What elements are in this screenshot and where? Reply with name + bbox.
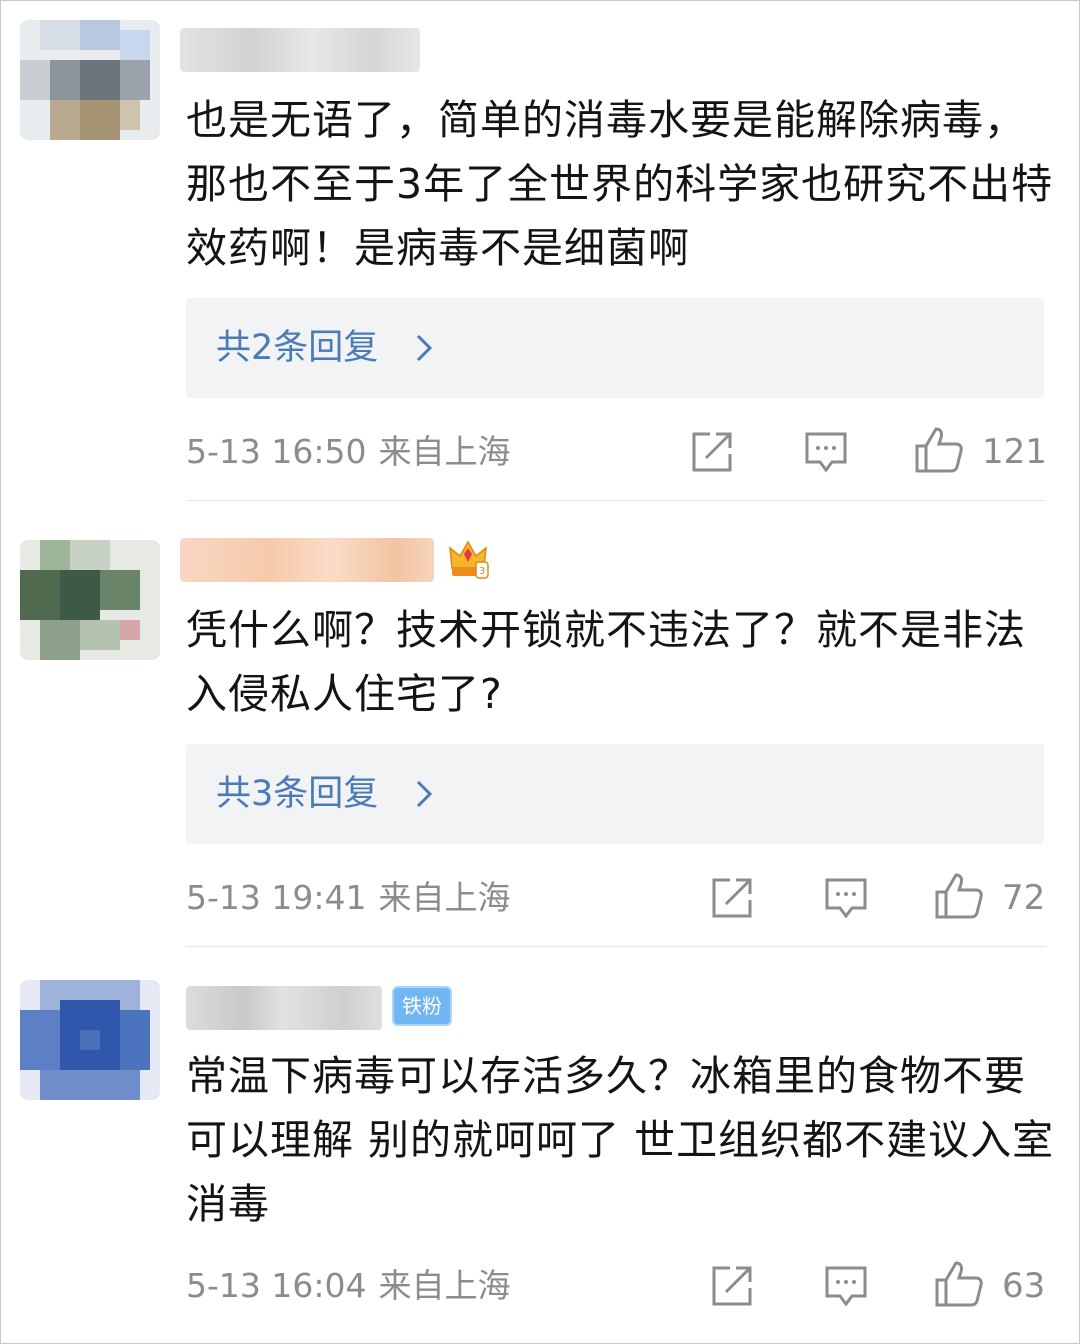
comment-meta: 5-13 19:41 来自上海: [186, 878, 511, 918]
like-icon[interactable]: [914, 426, 964, 478]
comment-time: 5-13 16:04: [186, 1266, 367, 1305]
comment-text: 凭什么啊？技术开锁就不违法了？就不是非法入侵私人住宅了?: [186, 606, 1026, 718]
avatar[interactable]: [20, 540, 160, 660]
comment-text: 也是无语了，简单的消毒水要是能解除病毒，那也不至于3年了全世界的科学家也研究不出…: [186, 96, 1054, 272]
like-count: 63: [1002, 1266, 1046, 1306]
share-icon[interactable]: [710, 876, 754, 924]
comment-icon[interactable]: [824, 1264, 868, 1312]
like-icon[interactable]: [934, 1260, 984, 1312]
reply-box[interactable]: 共3条回复: [186, 744, 1044, 844]
like-icon[interactable]: [934, 872, 984, 924]
chevron-right-icon: [414, 774, 436, 823]
comment-meta: 5-13 16:50 来自上海: [186, 432, 511, 472]
share-icon[interactable]: [690, 430, 734, 478]
username[interactable]: [186, 986, 382, 1030]
comment-icon[interactable]: [824, 876, 868, 924]
comment-location: 来自上海: [378, 1266, 511, 1305]
avatar[interactable]: [20, 20, 160, 140]
avatar[interactable]: [20, 980, 160, 1100]
crown-badge-icon: 3: [446, 538, 490, 582]
comment-text: 常温下病毒可以存活多久？冰箱里的食物不要可以理解 别的就呵呵了 世卫组织都不建议…: [186, 1052, 1055, 1228]
like-count: 121: [982, 432, 1047, 472]
reply-count-link[interactable]: 共3条回复: [216, 772, 378, 816]
comment-meta: 5-13 16:04 来自上海: [186, 1266, 511, 1306]
divider: [186, 946, 1046, 947]
share-icon[interactable]: [710, 1264, 754, 1312]
fan-badge: 铁粉: [392, 986, 452, 1026]
comment-location: 来自上海: [378, 878, 511, 917]
divider: [186, 500, 1046, 501]
reply-count-link[interactable]: 共2条回复: [216, 326, 378, 370]
comment-location: 来自上海: [378, 432, 511, 471]
comment-icon[interactable]: [804, 430, 848, 478]
username[interactable]: [180, 28, 420, 72]
comment-time: 5-13 19:41: [186, 878, 367, 917]
svg-text:3: 3: [479, 566, 485, 577]
like-count: 72: [1002, 878, 1046, 918]
chevron-right-icon: [414, 328, 436, 377]
username[interactable]: [180, 538, 434, 582]
comment-time: 5-13 16:50: [186, 432, 367, 471]
reply-box[interactable]: 共2条回复: [186, 298, 1044, 398]
